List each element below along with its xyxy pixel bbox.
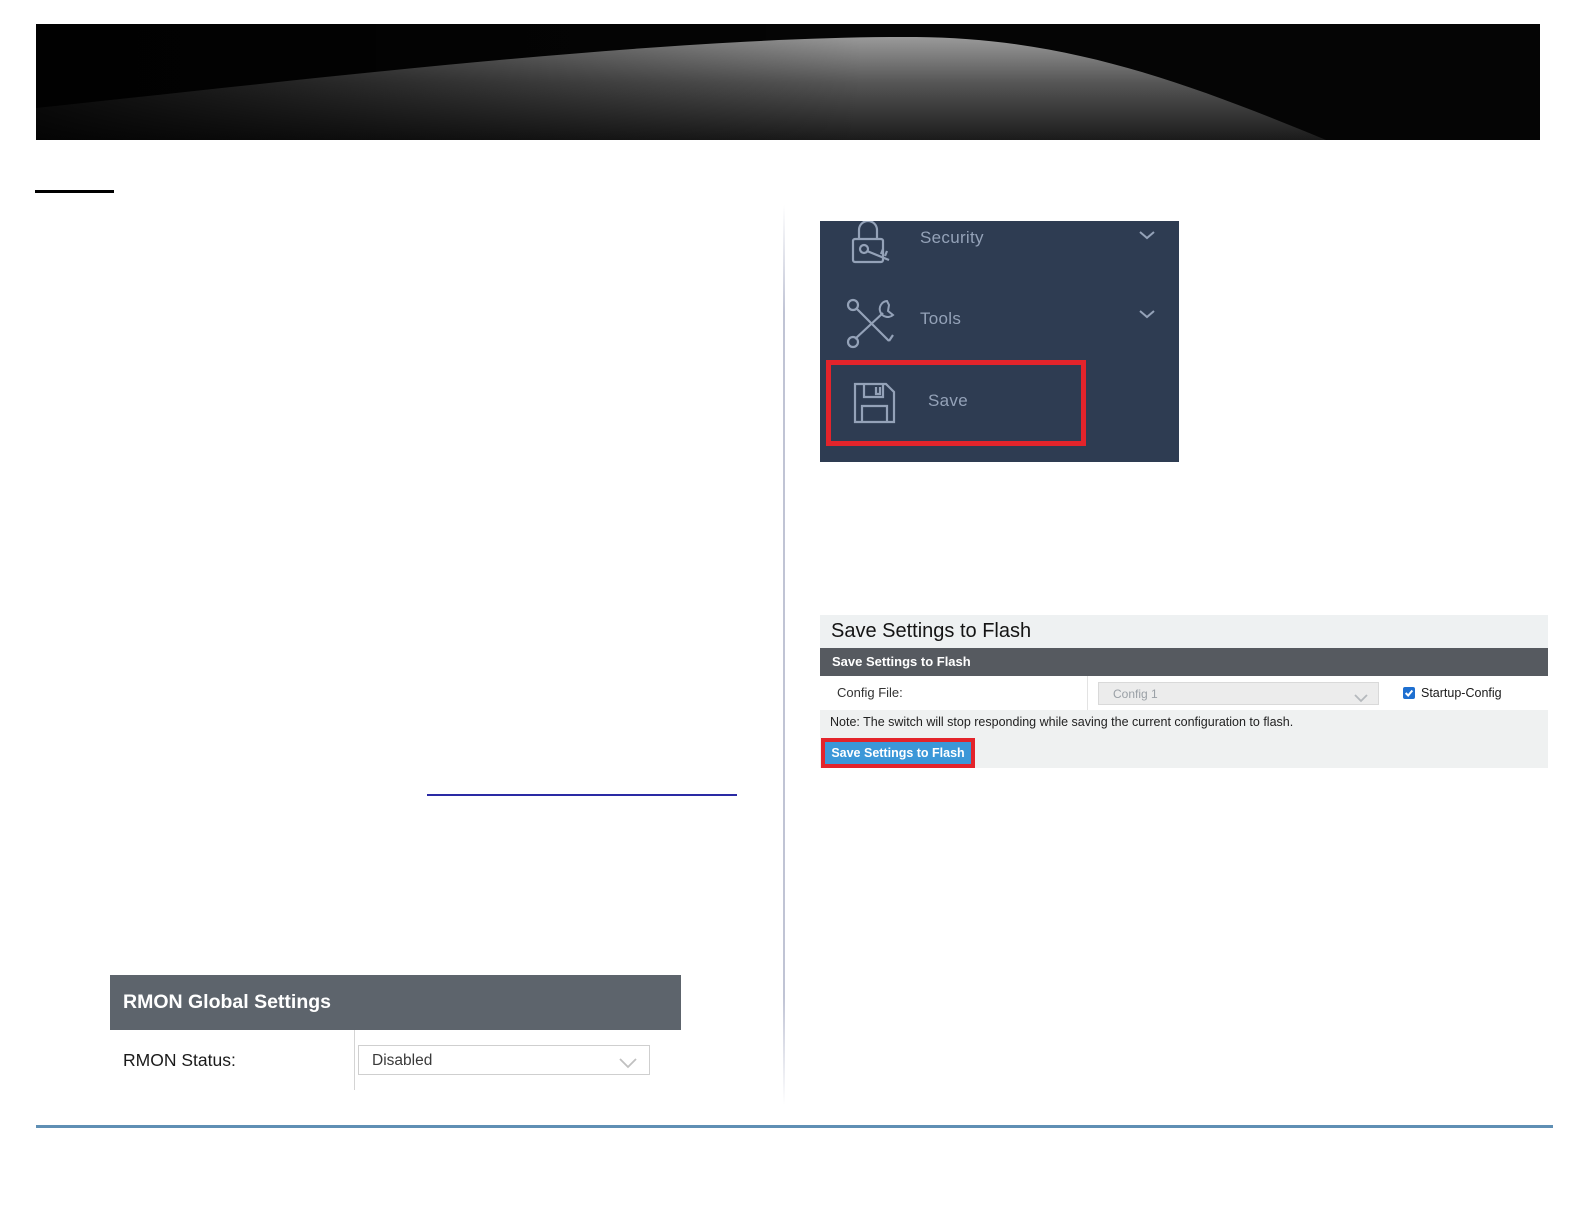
document-page: Security Tools Save Save Settings to Fla… [0, 0, 1584, 1224]
sidebar-item-label: Tools [920, 309, 962, 328]
config-file-select-value: Config 1 [1113, 687, 1158, 701]
config-file-row: Config File: Config 1 Startup-Config [820, 676, 1548, 710]
sidebar-item-save[interactable]: Save [831, 365, 1081, 441]
startup-config-checkbox[interactable] [1403, 687, 1415, 699]
cell-divider [1087, 676, 1088, 710]
chevron-down-icon [619, 1056, 637, 1074]
column-divider [783, 205, 785, 1105]
sidebar-item-security[interactable]: Security [820, 221, 1179, 267]
floppy-icon [852, 381, 897, 425]
banner-swoosh-graphic [36, 24, 1540, 140]
tools-icon [843, 295, 899, 349]
chevron-down-icon [1354, 690, 1368, 708]
chevron-down-icon[interactable] [1138, 230, 1156, 240]
check-icon [1404, 689, 1414, 697]
hyperlink-underline[interactable] [427, 794, 737, 796]
section-heading-underline [35, 190, 114, 193]
rmon-global-settings-panel: RMON Global Settings RMON Status: Disabl… [110, 975, 681, 1090]
chevron-down-icon[interactable] [1138, 309, 1156, 319]
table-header: Save Settings to Flash [820, 648, 1548, 676]
rmon-panel-body: RMON Status: Disabled [110, 1030, 681, 1090]
save-settings-panel: Save Settings to Flash Save Settings to … [820, 615, 1548, 768]
nav-sidebar: Security Tools Save [820, 221, 1179, 462]
config-file-label: Config File: [837, 685, 903, 700]
save-highlight-box: Save [826, 360, 1086, 446]
lock-icon [845, 221, 899, 264]
rmon-status-select[interactable]: Disabled [358, 1045, 650, 1075]
cell-divider [354, 1030, 355, 1090]
note-area: Note: The switch will stop responding wh… [820, 710, 1548, 768]
header-banner-image [36, 24, 1540, 140]
footer-divider-line [36, 1125, 1553, 1128]
sidebar-item-label: Save [928, 391, 968, 410]
note-text: Note: The switch will stop responding wh… [830, 715, 1294, 729]
sidebar-item-tools[interactable]: Tools [820, 295, 1179, 349]
rmon-panel-header: RMON Global Settings [110, 975, 681, 1030]
page-title: Save Settings to Flash [820, 615, 1548, 648]
save-settings-to-flash-button[interactable]: Save Settings to Flash [825, 742, 971, 764]
config-file-select[interactable]: Config 1 [1098, 682, 1379, 705]
rmon-status-label: RMON Status: [123, 1050, 236, 1070]
sidebar-item-label: Security [920, 228, 984, 247]
startup-config-label: Startup-Config [1421, 686, 1502, 700]
rmon-status-value: Disabled [372, 1052, 433, 1069]
button-highlight-box: Save Settings to Flash [821, 738, 975, 768]
